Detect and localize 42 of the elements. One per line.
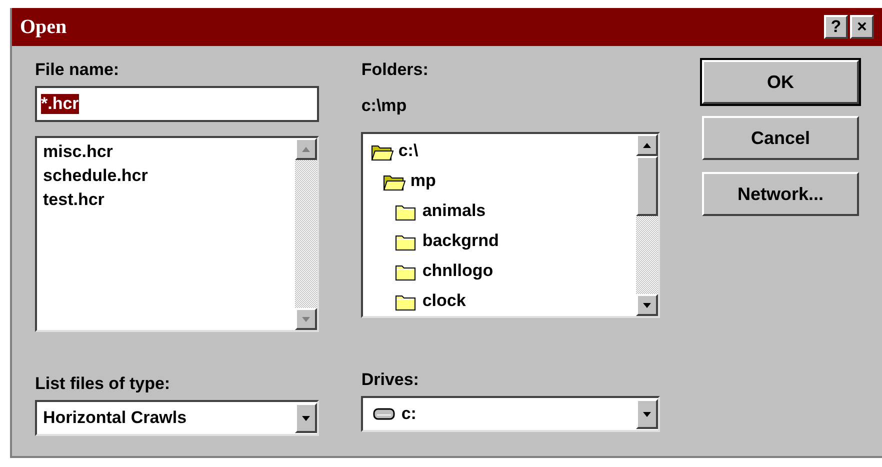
drive-value: c:	[400, 403, 418, 426]
window-title: Open	[20, 15, 68, 40]
folder-item[interactable]: mp	[410, 168, 436, 194]
current-path: c:\mp	[361, 96, 408, 116]
file-list-item[interactable]: misc.hcr	[43, 140, 290, 164]
dialog-button[interactable]: OK	[702, 60, 860, 104]
folder-item[interactable]: backgrnd	[422, 228, 499, 254]
up-arrow-icon	[302, 146, 310, 152]
scroll-down-button[interactable]	[295, 308, 318, 330]
down-arrow-icon	[302, 316, 310, 322]
scroll-down-button[interactable]	[636, 294, 658, 316]
down-arrow-icon	[302, 416, 310, 420]
down-arrow-icon	[643, 412, 652, 416]
file-name-field[interactable]: *.hcr	[35, 86, 320, 122]
dropdown-arrow-button[interactable]	[295, 403, 318, 433]
folder-item[interactable]: c:\	[398, 138, 418, 164]
scrollbar-thumb[interactable]	[636, 156, 658, 216]
folder-item[interactable]: clock	[422, 288, 466, 314]
help-button[interactable]: ?	[824, 15, 848, 39]
drives-dropdown[interactable]: c:	[361, 396, 660, 432]
dialog-button[interactable]: Network...	[702, 172, 860, 216]
dialog-button[interactable]: Cancel	[702, 116, 860, 160]
scroll-up-button[interactable]	[295, 138, 318, 160]
file-type-label: List files of type:	[35, 374, 172, 394]
folder-item[interactable]: animals	[422, 198, 486, 224]
file-list-item[interactable]: schedule.hcr	[43, 164, 290, 188]
up-arrow-icon	[643, 142, 652, 148]
dropdown-arrow-button[interactable]	[636, 399, 658, 429]
drive-icon	[373, 408, 396, 420]
file-list-item[interactable]: test.hcr	[43, 188, 290, 212]
folders-label: Folders:	[361, 60, 430, 80]
folder-tree[interactable]: c:\ mp animals backgrnd chnllogo clock	[361, 132, 660, 318]
file-name-value: *.hcr	[41, 94, 79, 114]
file-type-dropdown[interactable]: Horizontal Crawls	[35, 400, 320, 436]
scroll-up-button[interactable]	[636, 134, 658, 156]
down-arrow-icon	[643, 302, 652, 308]
close-button[interactable]: ×	[850, 15, 874, 39]
file-type-value: Horizontal Crawls	[42, 407, 188, 430]
drives-label: Drives:	[361, 370, 420, 390]
file-name-label: File name:	[35, 60, 120, 80]
file-list[interactable]: misc.hcr schedule.hcr test.hcr	[35, 136, 320, 332]
folder-item[interactable]: chnllogo	[422, 258, 494, 284]
